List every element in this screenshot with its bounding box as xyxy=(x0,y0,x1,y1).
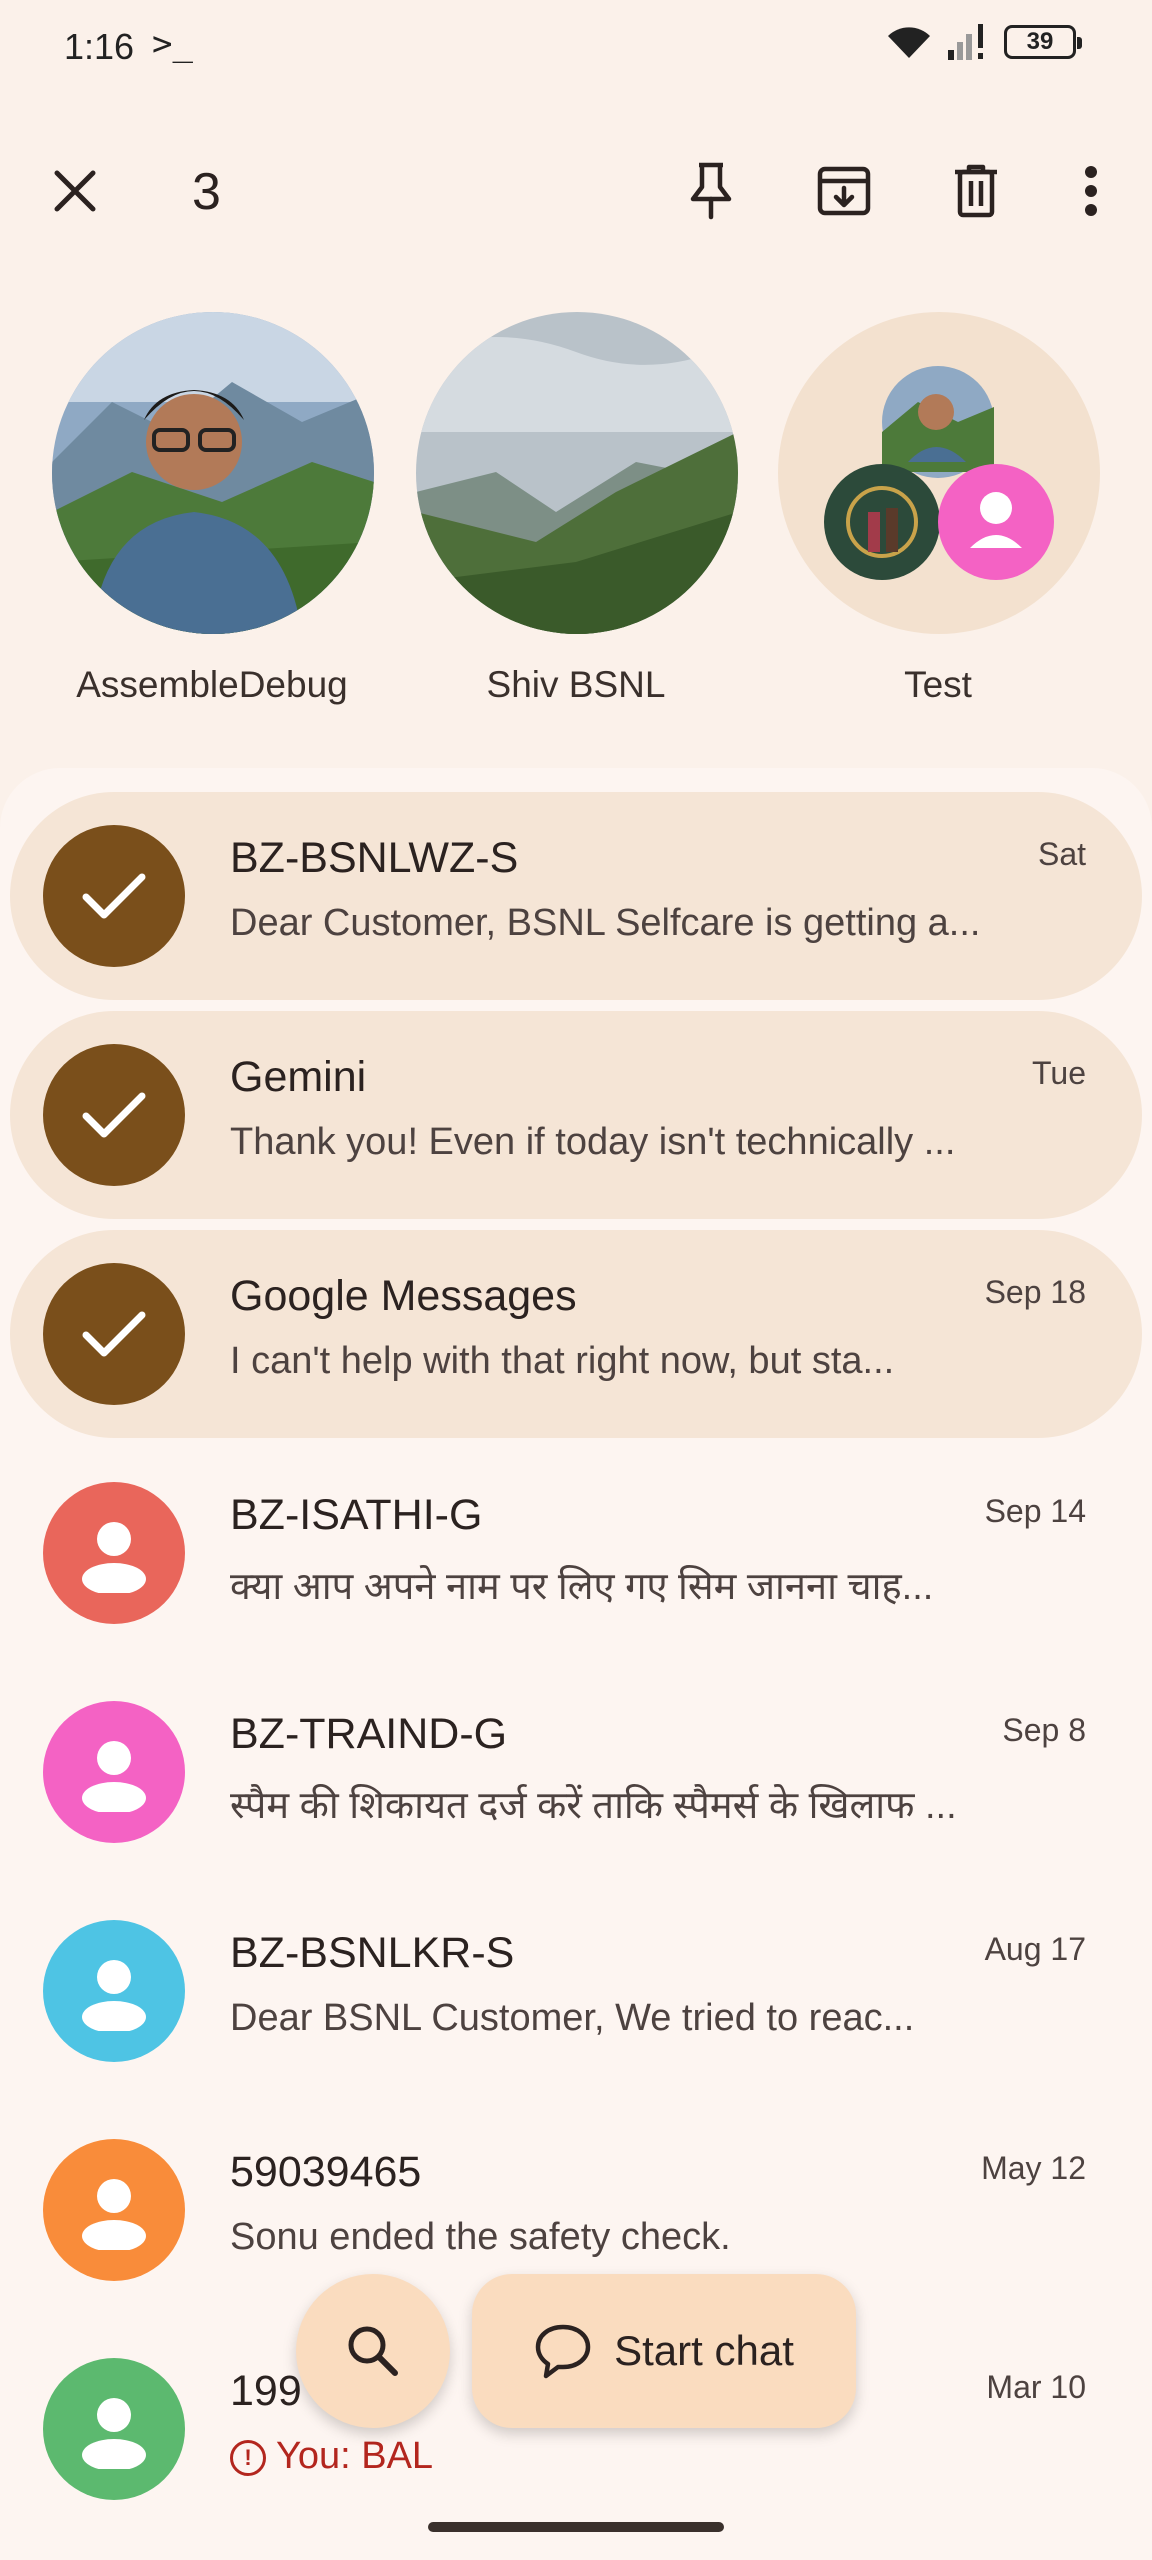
conversation-date: Sat xyxy=(1037,836,1086,872)
conversation-title: 199 xyxy=(230,2367,302,2415)
conversation-title: Gemini xyxy=(230,1053,367,1101)
selected-check-avatar xyxy=(43,825,185,967)
conversation-title: BZ-TRAIND-G xyxy=(230,1710,508,1758)
conversation-row[interactable]: Google Messages I can't help with that r… xyxy=(10,1230,1142,1438)
check-icon xyxy=(82,873,146,919)
conversation-snippet: ! You: BAL xyxy=(230,2435,433,2478)
pinned-name: AssembleDebug xyxy=(76,664,348,705)
person-icon xyxy=(82,2398,146,2469)
delete-icon xyxy=(955,164,997,218)
person-icon xyxy=(82,1960,146,2031)
person-icon xyxy=(82,1522,146,1593)
avatar xyxy=(416,312,738,634)
conversation-title: 59039465 xyxy=(230,2148,422,2196)
conversation-date: Tue xyxy=(1032,1055,1086,1091)
signal-icon xyxy=(948,24,983,60)
selected-check-avatar xyxy=(43,1263,185,1405)
conversation-date: May 12 xyxy=(981,2150,1086,2186)
chat-bubble-icon xyxy=(535,2324,591,2379)
archive-icon xyxy=(817,166,871,216)
conversation-snippet: Dear BSNL Customer, We tried to reac... xyxy=(230,1997,915,2039)
group-avatar xyxy=(778,312,1100,634)
conversation-snippet: I can't help with that right now, but st… xyxy=(230,1340,895,1382)
conversation-snippet: Sonu ended the safety check. xyxy=(230,2216,731,2258)
search-icon xyxy=(348,2326,398,2376)
search-fab[interactable] xyxy=(296,2274,450,2428)
conversation-snippet: स्पैम की शिकायत दर्ज करें ताकि स्पैमर्स … xyxy=(230,1785,957,1827)
conversation-date: Aug 17 xyxy=(984,1931,1086,1967)
conversation-date: Mar 10 xyxy=(986,2369,1086,2405)
conversation-row[interactable]: Gemini Thank you! Even if today isn't te… xyxy=(10,1011,1142,1219)
wifi-icon xyxy=(888,27,930,58)
conversation-title: BZ-BSNLWZ-S xyxy=(230,834,519,882)
error-icon: ! xyxy=(230,2439,266,2476)
start-chat-label: Start chat xyxy=(614,2327,794,2374)
delete-button[interactable] xyxy=(931,146,1021,236)
conversation-title: BZ-ISATHI-G xyxy=(230,1491,483,1539)
status-bar: 1:16 >_ 39 xyxy=(0,0,1152,100)
conversation-title: Google Messages xyxy=(230,1272,577,1320)
pinned-name: Test xyxy=(904,664,972,705)
home-indicator[interactable] xyxy=(428,2522,724,2532)
check-icon xyxy=(82,1092,146,1138)
close-icon xyxy=(54,170,96,212)
selected-count: 3 xyxy=(192,163,221,221)
battery-level: 39 xyxy=(1026,28,1054,55)
check-icon xyxy=(82,1311,146,1357)
close-selection-button[interactable] xyxy=(30,146,120,236)
more-options-button[interactable] xyxy=(1046,146,1136,236)
conversation-row[interactable]: BZ-BSNLKR-S Dear BSNL Customer, We tried… xyxy=(10,1887,1142,2095)
conversation-row[interactable]: BZ-ISATHI-G क्या आप अपने नाम पर लिए गए स… xyxy=(10,1449,1142,1657)
terminal-icon: >_ xyxy=(152,24,193,64)
person-icon xyxy=(82,2179,146,2250)
conversation-row[interactable]: BZ-TRAIND-G स्पैम की शिकायत दर्ज करें ता… xyxy=(10,1668,1142,1876)
archive-button[interactable] xyxy=(799,146,889,236)
contact-avatar xyxy=(43,2358,185,2500)
conversation-date: Sep 8 xyxy=(1002,1712,1086,1748)
pinned-name: Shiv BSNL xyxy=(486,664,666,705)
contact-avatar xyxy=(43,2139,185,2281)
status-icons: 39 xyxy=(886,24,1082,60)
conversation-row[interactable]: BZ-BSNLWZ-S Dear Customer, BSNL Selfcare… xyxy=(10,792,1142,1000)
pinned-item[interactable]: Test xyxy=(778,312,1100,706)
conversation-snippet: Dear Customer, BSNL Selfcare is getting … xyxy=(230,902,981,944)
conversation-date: Sep 14 xyxy=(984,1493,1086,1529)
conversation-title: BZ-BSNLKR-S xyxy=(230,1929,515,1977)
pinned-conversations: AssembleDebug Shiv BSNL Test xyxy=(0,312,1152,732)
battery-icon: 39 xyxy=(1004,25,1082,59)
contact-avatar xyxy=(43,1701,185,1843)
conversation-date: Sep 18 xyxy=(984,1274,1086,1310)
person-icon xyxy=(82,1741,146,1812)
contact-avatar xyxy=(43,1482,185,1624)
conversation-snippet-text: You: BAL xyxy=(276,2435,434,2477)
pin-button[interactable] xyxy=(666,146,756,236)
conversation-snippet: क्या आप अपने नाम पर लिए गए सिम जानना चाह… xyxy=(230,1566,934,1608)
pinned-item[interactable]: Shiv BSNL xyxy=(416,312,738,706)
more-vert-icon xyxy=(1085,166,1097,216)
avatar xyxy=(52,312,374,634)
pinned-item[interactable]: AssembleDebug xyxy=(52,312,374,706)
conversation-snippet: Thank you! Even if today isn't technical… xyxy=(230,1121,956,1163)
start-chat-fab[interactable]: Start chat xyxy=(472,2274,856,2428)
contact-avatar xyxy=(43,1920,185,2062)
selected-check-avatar xyxy=(43,1044,185,1186)
pin-icon xyxy=(690,162,732,220)
selection-toolbar: 3 xyxy=(0,140,1152,250)
status-time: 1:16 xyxy=(64,26,135,67)
